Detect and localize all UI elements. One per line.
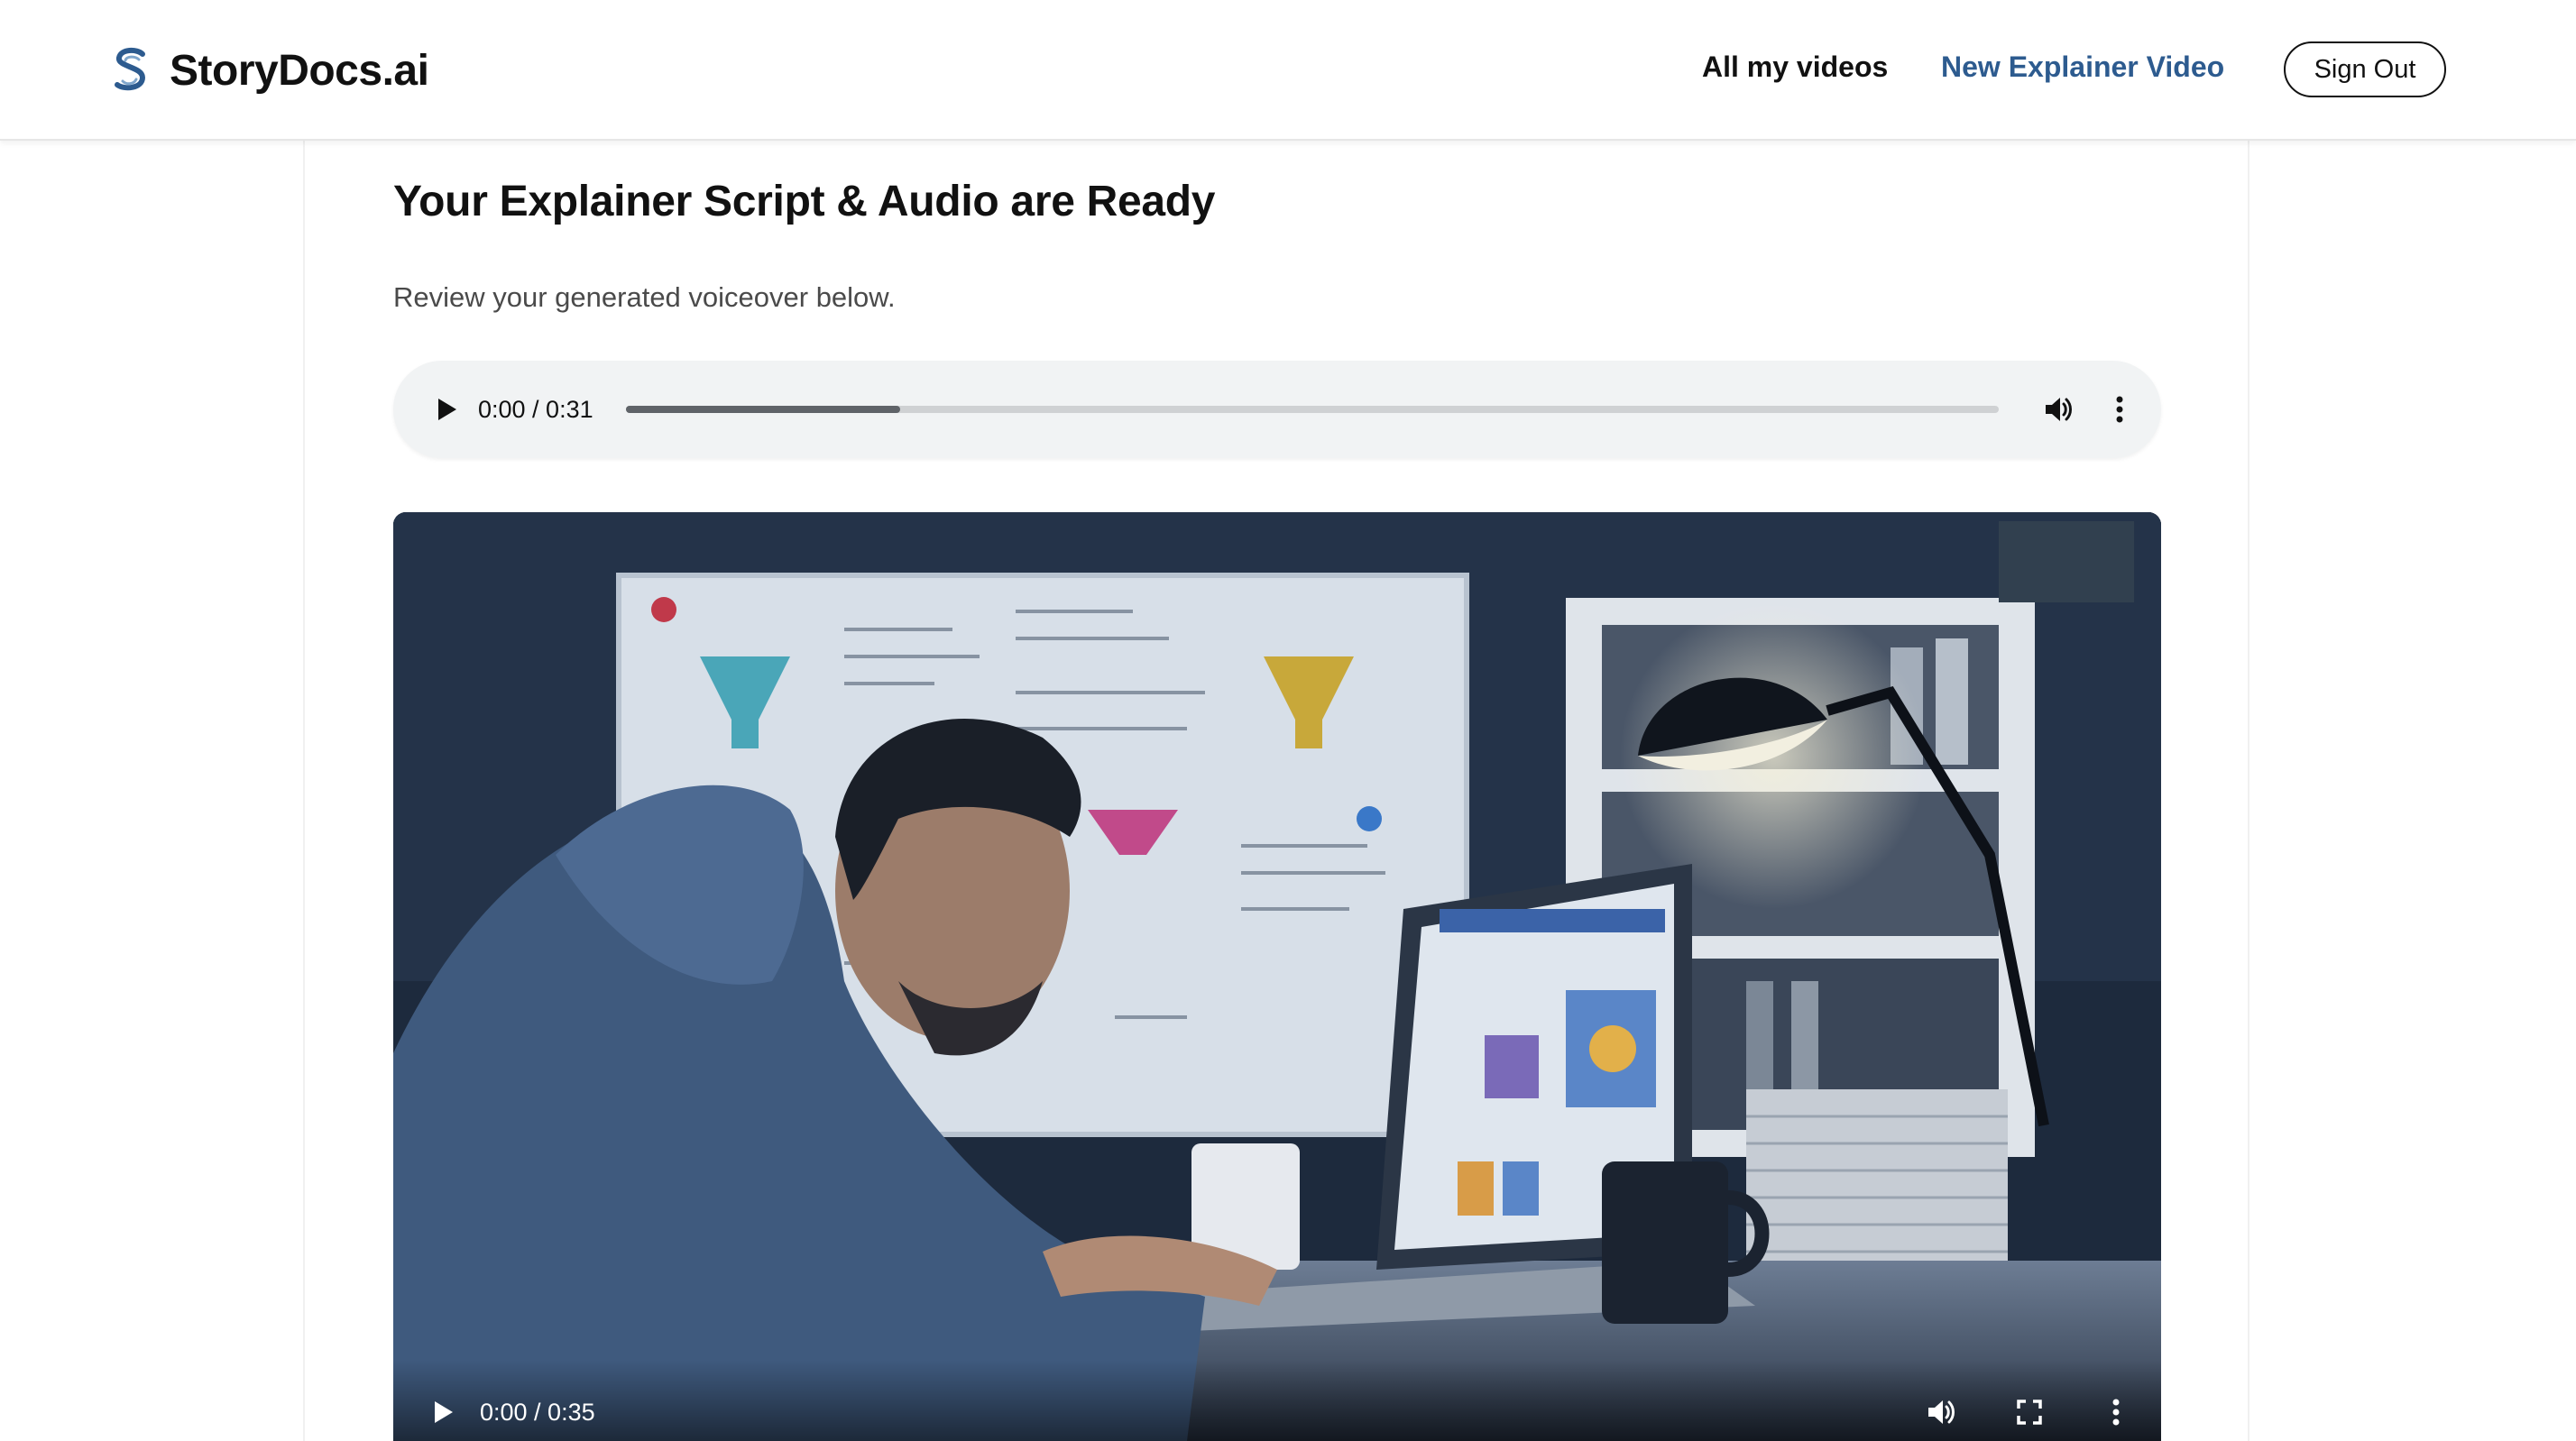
page-subtitle: Review your generated voiceover below. — [393, 281, 896, 313]
video-time-display: 0:00 / 0:35 — [480, 1399, 595, 1426]
video-fullscreen-icon[interactable] — [2011, 1394, 2047, 1430]
audio-buffered-bar — [626, 406, 901, 413]
sign-out-button[interactable]: Sign Out — [2284, 41, 2446, 97]
video-more-options-icon[interactable] — [2098, 1394, 2134, 1430]
brand-home-link[interactable]: StoryDocs.ai — [112, 43, 429, 97]
audio-time-display: 0:00 / 0:31 — [478, 396, 593, 423]
video-volume-icon[interactable] — [1923, 1394, 1959, 1430]
audio-volume-icon[interactable] — [2040, 391, 2076, 427]
audio-play-icon[interactable] — [429, 393, 462, 426]
audio-progress-track[interactable] — [626, 406, 1999, 413]
voiceover-audio-player[interactable]: 0:00 / 0:31 — [393, 361, 2161, 458]
video-controls-bar: 0:00 / 0:35 — [393, 1360, 2161, 1441]
nav-all-my-videos-link[interactable]: All my videos — [1702, 50, 1888, 84]
video-frame-illustration — [393, 512, 2161, 1441]
video-play-icon[interactable] — [426, 1396, 458, 1428]
brand-name: StoryDocs.ai — [170, 46, 429, 95]
nav-new-explainer-video-link[interactable]: New Explainer Video — [1941, 50, 2224, 84]
explainer-video-player[interactable]: 0:00 / 0:35 — [393, 512, 2161, 1441]
audio-more-options-icon[interactable] — [2102, 391, 2138, 427]
page-title: Your Explainer Script & Audio are Ready — [393, 178, 1216, 225]
storydocs-logo-icon — [115, 47, 146, 91]
top-navbar: StoryDocs.ai All my videos New Explainer… — [0, 0, 2576, 141]
